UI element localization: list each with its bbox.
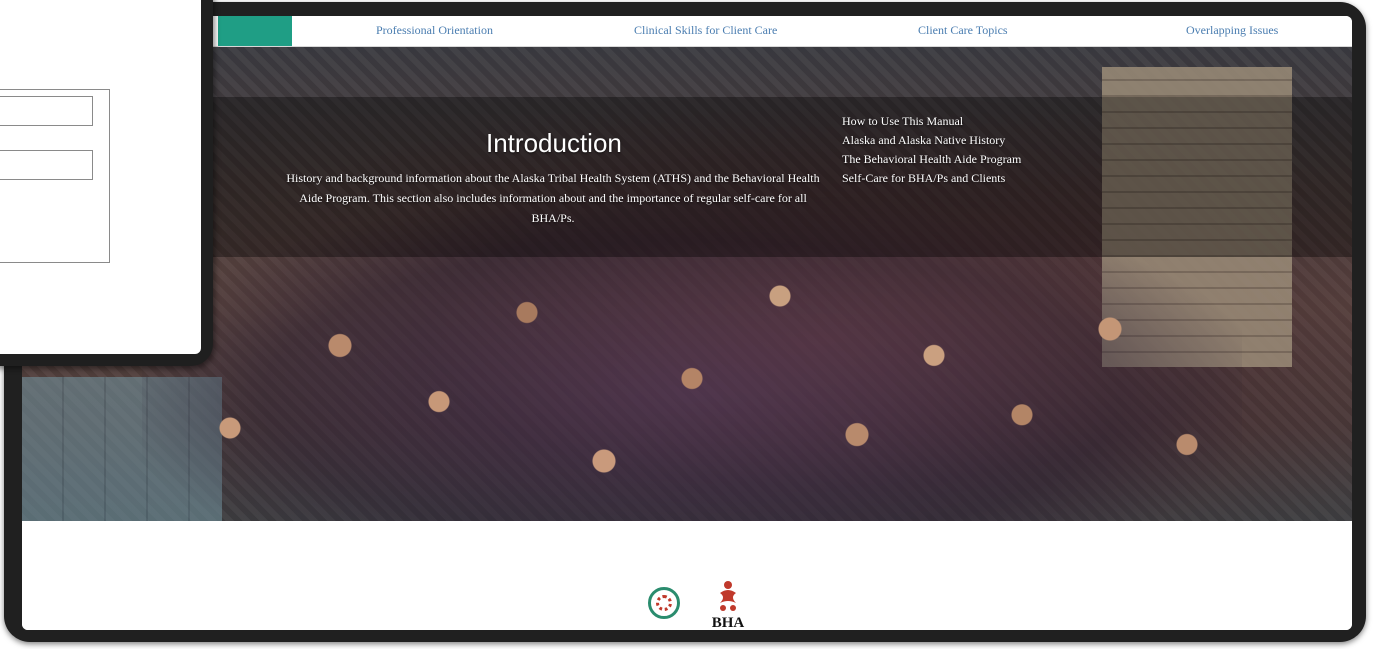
front-text-field-1[interactable]: [0, 96, 93, 126]
front-device-frame: [0, 0, 213, 366]
nav-link-professional-orientation[interactable]: Professional Orientation: [376, 23, 493, 38]
website-screen: Professional Orientation Clinical Skills…: [22, 16, 1352, 630]
hero-description: History and background information about…: [286, 171, 820, 225]
section-link-bha-program[interactable]: The Behavioral Health Aide Program: [842, 150, 1021, 169]
nav-link-clinical-skills[interactable]: Clinical Skills for Client Care: [634, 23, 777, 38]
bha-logo: BHA: [708, 579, 748, 630]
front-text-field-2[interactable]: [0, 150, 93, 180]
section-link-self-care[interactable]: Self-Care for BHA/Ps and Clients: [842, 169, 1021, 188]
bha-logo-icon: [720, 581, 736, 611]
tribal-seal-icon: [648, 587, 680, 619]
seal-inner-ring: [656, 595, 672, 611]
front-device-screen: [0, 0, 201, 354]
hero-title: Introduction: [486, 128, 622, 158]
front-form-panel: [0, 89, 110, 263]
nav-link-overlapping-issues[interactable]: Overlapping Issues: [1186, 23, 1278, 38]
section-link-alaska-history[interactable]: Alaska and Alaska Native History: [842, 131, 1021, 150]
top-navigation-bar: Professional Orientation Clinical Skills…: [22, 16, 1352, 47]
section-link-list: How to Use This Manual Alaska and Alaska…: [842, 112, 1021, 188]
page-footer: BHA: [22, 521, 1352, 630]
section-link-how-to-use[interactable]: How to Use This Manual: [842, 112, 1021, 131]
bha-logo-text: BHA: [711, 615, 745, 630]
nav-link-client-care-topics[interactable]: Client Care Topics: [918, 23, 1008, 38]
nav-accent-block: [218, 16, 292, 46]
hero-banner: [22, 47, 1352, 521]
